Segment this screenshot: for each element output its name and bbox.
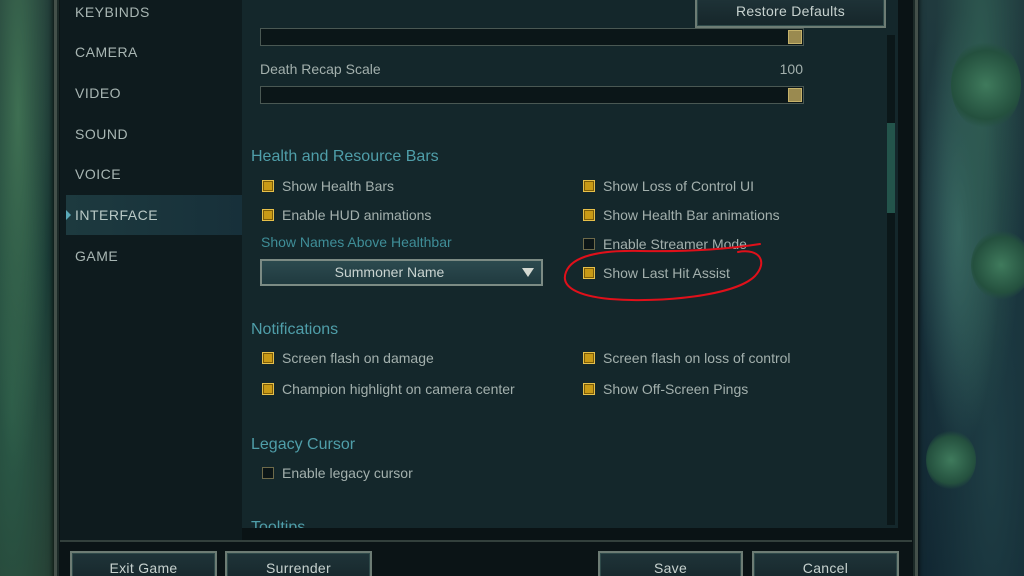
checkbox-checked-icon <box>583 209 595 221</box>
checkbox-label: Show Off-Screen Pings <box>603 381 749 397</box>
show-names-heading: Show Names Above Healthbar <box>261 234 452 250</box>
save-label: Save <box>653 560 688 576</box>
exit-game-label: Exit Game <box>109 560 178 576</box>
checkbox-checked-icon <box>262 180 274 192</box>
enable-hud-animations-checkbox[interactable]: Enable HUD animations <box>262 205 431 225</box>
section-title-legacy-cursor: Legacy Cursor <box>251 436 356 453</box>
checkbox-checked-icon <box>262 383 274 395</box>
settings-sidebar: KEYBINDS CAMERA VIDEO SOUND VOICE INTERF… <box>60 0 242 540</box>
checkbox-unchecked-icon <box>262 467 274 479</box>
dropdown-selected-value: Summoner Name <box>334 264 445 280</box>
sidebar-item-label: GAME <box>75 248 119 264</box>
checkbox-label: Show Health Bars <box>282 178 395 194</box>
sidebar-item-label: SOUND <box>75 126 129 142</box>
sidebar-item-interface[interactable]: INTERFACE <box>66 195 242 235</box>
chevron-down-icon <box>522 268 534 277</box>
map-background-right <box>916 0 1024 576</box>
show-offscreen-pings-checkbox[interactable]: Show Off-Screen Pings <box>583 379 748 399</box>
sidebar-item-label: VOICE <box>75 166 122 182</box>
restore-defaults-label: Restore Defaults <box>735 3 846 19</box>
content-scrollbar[interactable] <box>887 35 895 525</box>
show-last-hit-assist-checkbox[interactable]: Show Last Hit Assist <box>583 263 730 283</box>
death-recap-label: Death Recap Scale <box>260 61 381 77</box>
checkbox-checked-icon <box>262 209 274 221</box>
restore-defaults-button[interactable]: Restore Defaults <box>695 0 886 28</box>
surrender-label: Surrender <box>266 560 331 576</box>
checkbox-label: Show Health Bar animations <box>603 207 780 223</box>
show-health-bars-checkbox[interactable]: Show Health Bars <box>262 176 394 196</box>
sidebar-item-label: INTERFACE <box>75 207 159 223</box>
map-background-left <box>0 0 60 576</box>
cancel-label: Cancel <box>802 560 849 576</box>
sidebar-item-label: CAMERA <box>75 44 138 60</box>
partial-slider-track[interactable] <box>260 28 804 46</box>
sidebar-item-game[interactable]: GAME <box>66 236 242 276</box>
section-title-health-bars: Health and Resource Bars <box>251 148 439 165</box>
checkbox-label: Enable Streamer Mode <box>603 236 747 252</box>
champion-highlight-checkbox[interactable]: Champion highlight on camera center <box>262 379 515 399</box>
checkbox-label: Show Last Hit Assist <box>603 265 730 281</box>
checkbox-label: Show Loss of Control UI <box>603 178 754 194</box>
partial-slider-handle[interactable] <box>788 30 802 44</box>
checkbox-checked-icon <box>583 180 595 192</box>
save-button[interactable]: Save <box>598 551 743 576</box>
checkbox-checked-icon <box>262 352 274 364</box>
death-recap-value: 100 <box>779 61 803 77</box>
cancel-button[interactable]: Cancel <box>752 551 899 576</box>
enable-legacy-cursor-checkbox[interactable]: Enable legacy cursor <box>262 463 413 483</box>
death-recap-slider[interactable] <box>260 86 804 104</box>
sidebar-item-label: VIDEO <box>75 85 122 101</box>
sidebar-item-video[interactable]: VIDEO <box>66 73 242 113</box>
checkbox-checked-icon <box>583 383 595 395</box>
checkbox-label: Screen flash on loss of control <box>603 350 791 366</box>
screen-flash-damage-checkbox[interactable]: Screen flash on damage <box>262 348 434 368</box>
sidebar-item-voice[interactable]: VOICE <box>66 154 242 194</box>
checkbox-checked-icon <box>583 352 595 364</box>
section-title-notifications: Notifications <box>251 321 339 338</box>
screen-flash-loss-control-checkbox[interactable]: Screen flash on loss of control <box>583 348 791 368</box>
section-title-tooltips: Tooltips <box>251 519 306 528</box>
show-health-bar-animations-checkbox[interactable]: Show Health Bar animations <box>583 205 780 225</box>
show-loss-of-control-checkbox[interactable]: Show Loss of Control UI <box>583 176 754 196</box>
checkbox-label: Champion highlight on camera center <box>282 381 515 397</box>
sidebar-item-label: KEYBINDS <box>75 4 150 20</box>
scrollbar-thumb[interactable] <box>887 123 895 213</box>
checkbox-label: Enable legacy cursor <box>282 465 413 481</box>
checkbox-checked-icon <box>583 267 595 279</box>
sidebar-item-camera[interactable]: CAMERA <box>66 32 242 72</box>
death-recap-slider-handle[interactable] <box>788 88 802 102</box>
surrender-button[interactable]: Surrender <box>225 551 372 576</box>
enable-streamer-mode-checkbox[interactable]: Enable Streamer Mode <box>583 234 747 254</box>
checkbox-unchecked-icon <box>583 238 595 250</box>
exit-game-button[interactable]: Exit Game <box>70 551 217 576</box>
checkbox-label: Screen flash on damage <box>282 350 434 366</box>
next-section-clip: Tooltips <box>242 515 888 528</box>
sidebar-item-keybinds[interactable]: KEYBINDS <box>66 0 242 32</box>
checkbox-label: Enable HUD animations <box>282 207 432 223</box>
sidebar-item-sound[interactable]: SOUND <box>66 114 242 154</box>
show-names-dropdown[interactable]: Summoner Name <box>260 259 543 286</box>
